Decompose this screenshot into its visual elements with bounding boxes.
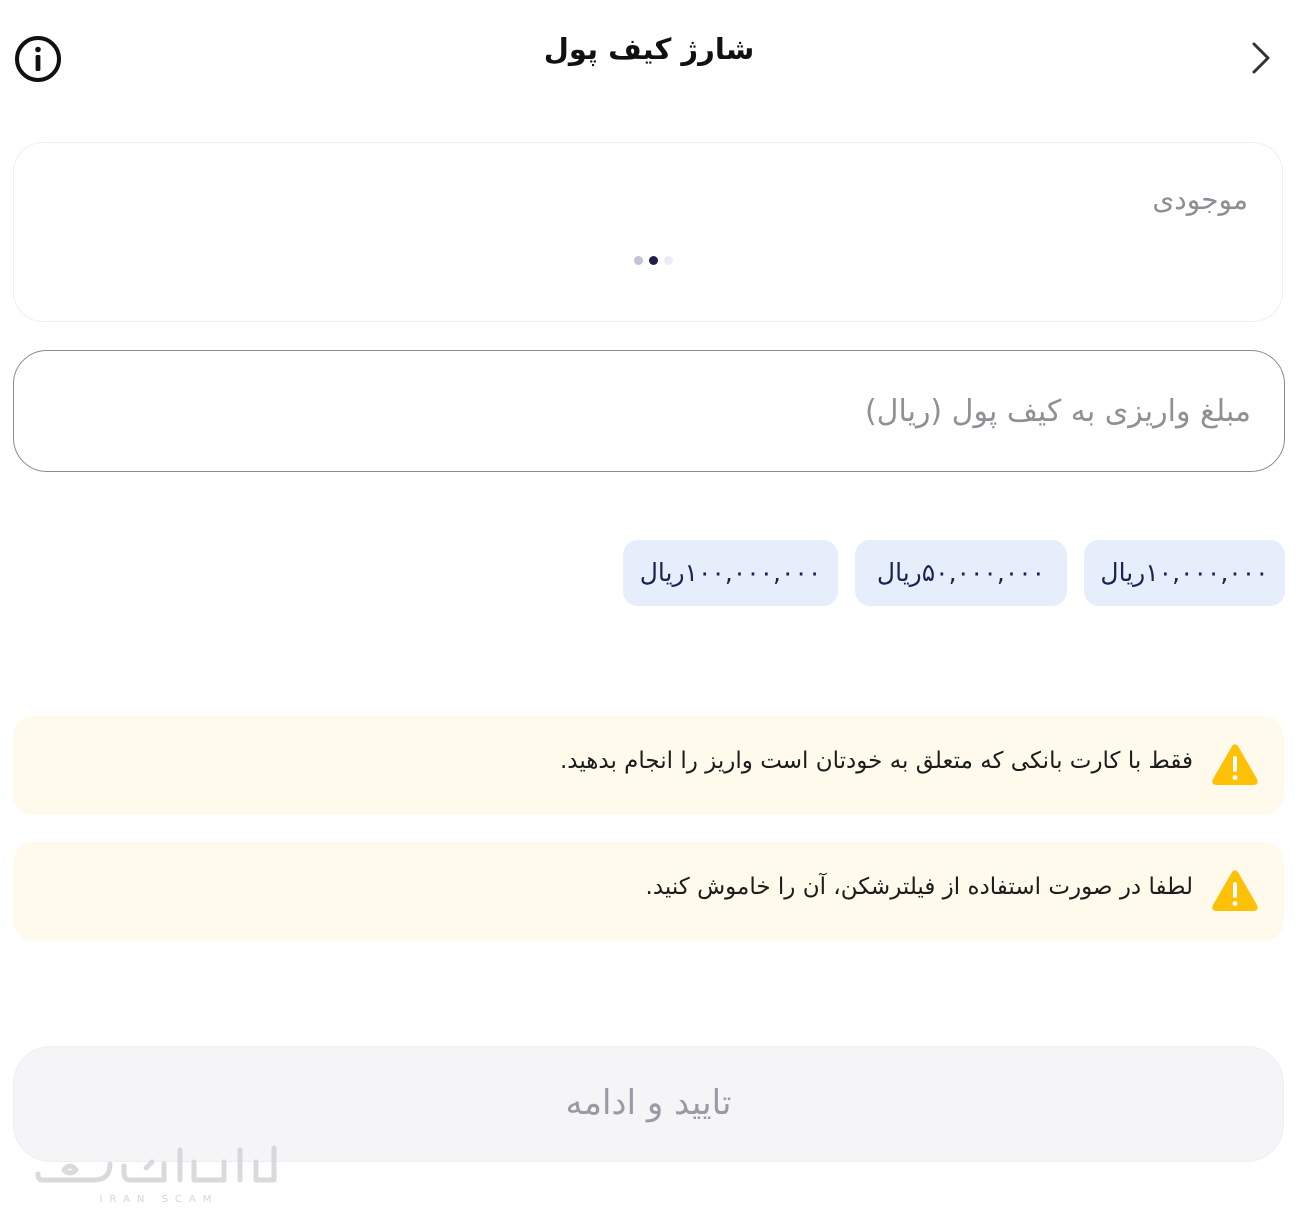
warning-text: لطفا در صورت استفاده از فیلترشکن، آن را … — [645, 874, 1193, 900]
app-header: شارژ کیف پول — [0, 0, 1298, 115]
quick-amount-100m-button[interactable]: ۱۰۰,۰۰۰,۰۰۰ریال — [623, 540, 838, 606]
back-button[interactable] — [1240, 38, 1280, 78]
quick-amount-10m-button[interactable]: ۱۰,۰۰۰,۰۰۰ریال — [1084, 540, 1285, 606]
warning-triangle-icon — [1212, 744, 1258, 785]
deposit-amount-input[interactable] — [13, 350, 1285, 472]
warning-triangle-icon — [1212, 870, 1258, 911]
iran-scam-watermark-logo: IRAN SCAM — [35, 1145, 277, 1205]
balance-card: موجودی — [13, 142, 1283, 322]
warning-vpn: لطفا در صورت استفاده از فیلترشکن، آن را … — [13, 842, 1284, 941]
quick-amount-50m-button[interactable]: ۵۰,۰۰۰,۰۰۰ریال — [855, 540, 1067, 606]
page-title: شارژ کیف پول — [543, 32, 755, 66]
balance-label: موجودی — [1152, 183, 1248, 216]
loading-dots-icon — [634, 256, 674, 268]
warning-text: فقط با کارت بانکی که متعلق به خودتان است… — [559, 748, 1193, 774]
warning-own-card: فقط با کارت بانکی که متعلق به خودتان است… — [13, 716, 1284, 815]
loading-dot — [649, 256, 658, 265]
svg-text:IRAN SCAM: IRAN SCAM — [100, 1194, 219, 1205]
loading-dot — [664, 256, 673, 265]
chevron-right-icon — [1252, 42, 1270, 74]
loading-dot — [634, 256, 643, 265]
